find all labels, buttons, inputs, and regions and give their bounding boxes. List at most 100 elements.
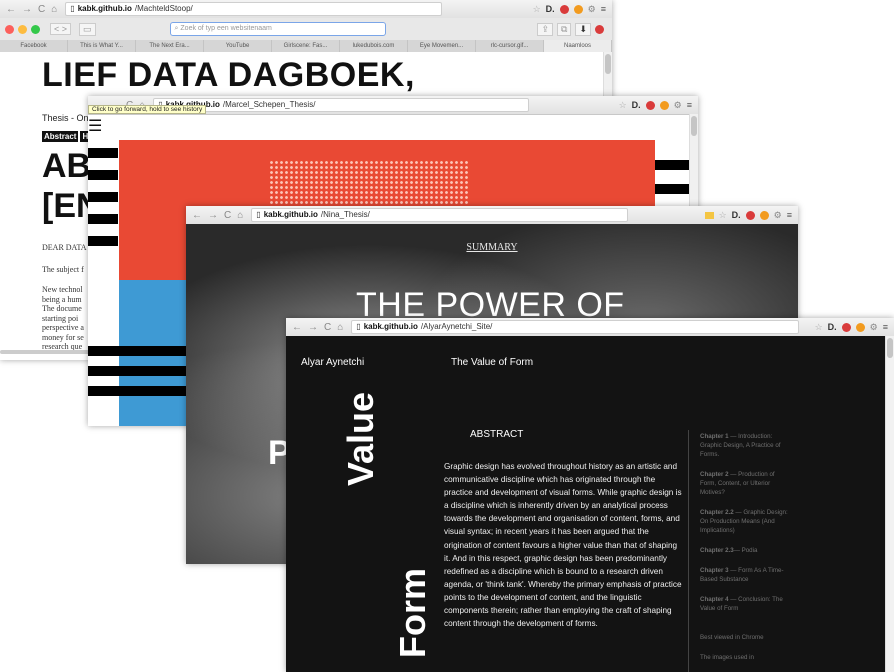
search-icon: ⌕ — [174, 25, 179, 32]
chapter-link-2-2[interactable]: Chapter 2.2 — Graphic Design: On Product… — [700, 508, 790, 535]
menu-icon[interactable]: ≡ — [601, 4, 606, 14]
url-host: kabk.github.io — [363, 322, 418, 331]
horizontal-scrollbar[interactable] — [0, 350, 100, 354]
fire-extension-icon[interactable] — [659, 100, 669, 110]
back-arrow-icon[interactable]: ← — [292, 322, 302, 333]
address-bar[interactable]: ▯ kabk.github.io/Marcel_Schepen_Thesis/ — [153, 98, 530, 112]
home-icon[interactable]: ⌂ — [337, 322, 343, 333]
chapter-list: Chapter 1 — Introduction: Graphic Design… — [700, 432, 790, 624]
vertical-scrollbar[interactable] — [885, 336, 894, 672]
vertical-word-form: Form — [392, 568, 433, 658]
hamburger-menu-icon[interactable]: ☰ — [88, 116, 102, 136]
chapter-link-2-3[interactable]: Chapter 2.3— Podia — [700, 546, 790, 555]
chapter-number: Chapter 2 — [700, 471, 729, 478]
chapter-link-2[interactable]: Chapter 2 — Production of Form, Content,… — [700, 470, 790, 497]
search-field[interactable]: ⌕ Zoek of typ een websitenaam — [169, 22, 386, 36]
forward-arrow-icon[interactable]: → — [308, 322, 318, 333]
extensions: ☆ D. ⚙ ≡ — [704, 210, 792, 221]
reload-icon[interactable]: C — [38, 4, 45, 15]
tag-abstract[interactable]: Abstract — [42, 131, 79, 142]
chapter-number: Chapter 2.3 — [700, 547, 734, 554]
browser-toolbar: ← → C ⌂ ▯ kabk.github.io/MachteldStoop/ … — [0, 0, 612, 19]
home-icon[interactable]: ⌂ — [237, 210, 243, 221]
extension-d-icon[interactable]: D. — [828, 322, 837, 332]
bookmark-item-active[interactable]: Naamloos — [544, 40, 612, 52]
star-icon[interactable]: ☆ — [533, 4, 541, 15]
adblock-icon[interactable] — [559, 4, 569, 14]
star-icon[interactable]: ☆ — [719, 210, 727, 221]
chapter-link-3[interactable]: Chapter 3 — Form As A Time-Based Substan… — [700, 566, 790, 584]
extension-gear-icon[interactable]: ⚙ — [774, 210, 782, 221]
site-title[interactable]: The Value of Form — [451, 357, 533, 368]
extension-gear-icon[interactable]: ⚙ — [674, 100, 682, 111]
thesis-subtitle: Thesis - Onli — [42, 113, 93, 123]
url-path: /MachteldStoop/ — [134, 4, 193, 13]
bookmark-item[interactable]: lukedubois.com — [340, 40, 408, 52]
menu-icon[interactable]: ≡ — [787, 210, 792, 220]
chapter-link-4[interactable]: Chapter 4 — Conclusion: The Value of For… — [700, 595, 790, 613]
bookmark-item[interactable]: This is What Y... — [68, 40, 136, 52]
url-path: /Marcel_Schepen_Thesis/ — [222, 100, 316, 109]
vertical-word-value: Value — [340, 391, 381, 486]
home-icon[interactable]: ⌂ — [51, 4, 57, 15]
extension-d-icon[interactable]: D. — [546, 4, 555, 14]
menu-icon[interactable]: ≡ — [883, 322, 888, 332]
adblock-icon[interactable] — [645, 100, 655, 110]
chapter-link-1[interactable]: Chapter 1 — Introduction: Graphic Design… — [700, 432, 790, 459]
address-bar[interactable]: ▯ kabk.github.io/MachteldStoop/ — [65, 2, 443, 16]
maximize-window-icon[interactable] — [31, 24, 40, 34]
fire-extension-icon[interactable] — [573, 4, 583, 14]
para-line: perspective a — [42, 323, 84, 332]
adblock-icon[interactable] — [745, 210, 755, 220]
bookmark-item[interactable]: Facebook — [0, 40, 68, 52]
fire-extension-icon[interactable] — [759, 210, 769, 220]
abstract-text: Graphic design has evolved throughout hi… — [444, 462, 682, 629]
minimize-window-icon[interactable] — [18, 24, 27, 34]
record-icon[interactable] — [595, 24, 604, 34]
para-line: starting poi — [42, 313, 79, 323]
reload-icon[interactable]: C — [324, 322, 331, 333]
fire-extension-icon[interactable] — [855, 322, 865, 332]
bookmark-item[interactable]: Eye Movemen... — [408, 40, 476, 52]
tabs-icon[interactable]: ⧉ — [557, 22, 572, 36]
extension-d-icon[interactable]: D. — [732, 210, 741, 220]
browser-note: Best viewed in Chrome — [700, 634, 764, 641]
extension-gear-icon[interactable]: ⚙ — [870, 322, 878, 333]
para-line: The docume — [42, 304, 82, 313]
back-arrow-icon[interactable]: ← — [6, 4, 16, 15]
menu-icon[interactable]: ≡ — [687, 100, 692, 110]
reload-icon[interactable]: C — [224, 210, 231, 221]
share-icon[interactable]: ⇪ — [537, 22, 554, 36]
bookmark-item[interactable]: The Next Era... — [136, 40, 204, 52]
summary-link[interactable]: SUMMARY — [186, 242, 798, 253]
bookmark-item[interactable]: rlc-cursor.gif... — [476, 40, 544, 52]
bookmark-item[interactable]: YouTube — [204, 40, 272, 52]
bookmarks-bar: Facebook This is What Y... The Next Era.… — [0, 40, 612, 52]
chapter-number: Chapter 4 — [700, 596, 729, 603]
forward-arrow-icon[interactable]: → — [208, 210, 218, 221]
images-note: The images used in — [700, 654, 754, 661]
adblock-icon[interactable] — [841, 322, 851, 332]
download-icon[interactable]: ⬇ — [575, 22, 591, 36]
forward-arrow-icon[interactable]: → — [22, 4, 32, 15]
url-host: kabk.github.io — [263, 210, 318, 219]
star-icon[interactable]: ☆ — [619, 100, 627, 111]
dear-data-label: DEAR DATA — [42, 243, 87, 252]
folder-icon[interactable] — [704, 211, 714, 219]
chapter-number: Chapter 3 — [700, 567, 729, 574]
browser-toolbar: ← → C ⌂ ▯ kabk.github.io/AlyarAynetchi_S… — [286, 318, 894, 337]
extension-d-icon[interactable]: D. — [632, 100, 641, 110]
back-forward-buttons[interactable]: < > — [50, 23, 72, 35]
intro-paragraph: New technol being a hum The docume start… — [42, 285, 84, 352]
address-bar[interactable]: ▯ kabk.github.io/Nina_Thesis/ — [251, 208, 629, 222]
address-bar[interactable]: ▯ kabk.github.io/AlyarAynetchi_Site/ — [351, 320, 800, 334]
star-icon[interactable]: ☆ — [815, 322, 823, 333]
sidebar-icon[interactable]: ▭ — [79, 22, 96, 36]
page-icon: ▯ — [356, 322, 361, 331]
mac-toolbar: < > ▭ ⌕ Zoek of typ een websitenaam ⇪ ⧉ … — [0, 18, 612, 41]
close-window-icon[interactable] — [5, 24, 14, 34]
extensions: ☆ D. ⚙ ≡ — [815, 322, 888, 333]
back-arrow-icon[interactable]: ← — [192, 210, 202, 221]
bookmark-item[interactable]: Girlscene: Fas... — [272, 40, 340, 52]
extension-gear-icon[interactable]: ⚙ — [588, 4, 596, 15]
